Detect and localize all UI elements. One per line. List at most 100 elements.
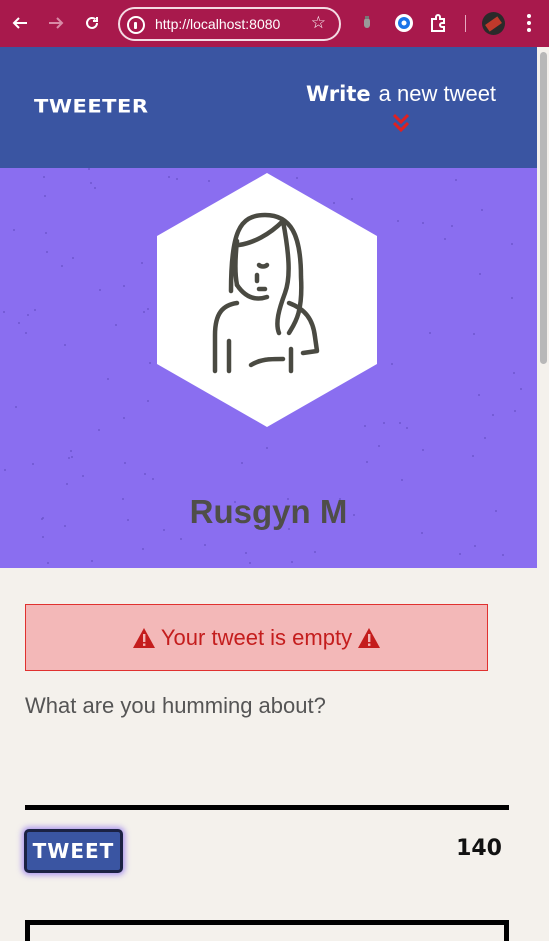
texture-speck (147, 400, 149, 402)
profile-banner: Rusgyn M (0, 168, 537, 568)
texture-speck (366, 461, 368, 463)
texture-speck (444, 238, 446, 240)
texture-speck (27, 314, 29, 316)
texture-speck (88, 168, 90, 170)
texture-speck (144, 473, 146, 475)
address-bar[interactable]: http://localhost:8080 ☆ (118, 7, 341, 41)
texture-speck (82, 475, 84, 477)
chevron-down-icon[interactable] (392, 113, 410, 133)
texture-speck (44, 195, 46, 197)
texture-speck (249, 562, 251, 564)
back-icon[interactable] (8, 11, 32, 35)
texture-speck (459, 553, 461, 555)
extension-icon[interactable] (360, 12, 374, 38)
warning-icon (132, 627, 155, 648)
texture-speck (94, 187, 96, 189)
texture-speck (142, 548, 144, 550)
texture-speck (3, 311, 5, 313)
compose-toggle[interactable]: Write a new tweet (306, 81, 496, 107)
texture-speck (520, 388, 522, 390)
scrollbar-thumb[interactable] (540, 52, 547, 364)
app-header: TWEETER Write a new tweet (0, 47, 537, 168)
tweet-button[interactable]: TWEET (24, 829, 123, 873)
texture-speck (149, 362, 151, 364)
tweet-card (25, 920, 509, 941)
texture-speck (511, 297, 513, 299)
texture-speck (455, 179, 457, 181)
texture-speck (406, 427, 408, 429)
texture-speck (314, 551, 316, 553)
texture-speck (15, 406, 17, 408)
texture-speck (143, 311, 145, 313)
texture-speck (46, 251, 48, 253)
texture-speck (66, 483, 68, 485)
texture-speck (473, 333, 475, 335)
texture-speck (32, 463, 34, 465)
texture-speck (71, 456, 73, 458)
texture-speck (90, 182, 92, 184)
texture-speck (107, 378, 109, 380)
texture-speck (241, 462, 243, 464)
texture-speck (124, 462, 126, 464)
texture-speck (4, 469, 6, 471)
texture-speck (25, 332, 27, 334)
texture-speck (98, 429, 100, 431)
more-menu-icon[interactable] (527, 14, 531, 35)
texture-speck (70, 450, 72, 452)
texture-speck (43, 176, 45, 178)
profile-avatar[interactable] (482, 12, 505, 35)
url-text[interactable]: http://localhost:8080 (155, 16, 280, 32)
error-message: Your tweet is empty (160, 624, 353, 650)
texture-speck (484, 437, 486, 439)
texture-speck (472, 455, 474, 457)
texture-speck (180, 538, 182, 540)
puzzle-icon[interactable] (428, 12, 450, 38)
error-banner: Your tweet is empty (25, 604, 488, 671)
brand-logo[interactable]: TWEETER (34, 95, 149, 117)
texture-speck (399, 422, 401, 424)
texture-speck (115, 324, 117, 326)
texture-speck (422, 449, 424, 451)
texture-speck (401, 479, 403, 481)
texture-speck (13, 229, 15, 231)
texture-speck (421, 532, 423, 534)
texture-speck (422, 222, 424, 224)
texture-speck (68, 457, 70, 459)
texture-speck (383, 422, 385, 424)
texture-speck (511, 243, 513, 245)
character-counter: 140 (456, 836, 502, 861)
browser-toolbar: http://localhost:8080 ☆ (0, 0, 549, 47)
texture-speck (152, 478, 154, 480)
toolbar-divider (465, 15, 466, 32)
composer-underline (25, 805, 509, 810)
texture-speck (478, 394, 480, 396)
extension-c-icon[interactable] (393, 12, 415, 38)
compose-toggle-bold: Write (306, 82, 371, 106)
texture-speck (34, 309, 36, 311)
forward-icon[interactable] (44, 11, 68, 35)
texture-speck (47, 562, 49, 564)
texture-speck (204, 544, 206, 546)
reload-icon[interactable] (80, 11, 104, 35)
texture-speck (18, 322, 20, 324)
tweet-input[interactable] (25, 693, 509, 803)
texture-speck (474, 545, 476, 547)
texture-speck (123, 417, 125, 419)
texture-speck (378, 445, 380, 447)
texture-speck (397, 220, 399, 222)
texture-speck (61, 265, 63, 267)
texture-speck (72, 257, 74, 259)
texture-speck (391, 363, 393, 365)
site-info-icon[interactable] (127, 16, 145, 34)
compose-toggle-text: a new tweet (378, 81, 497, 106)
texture-speck (514, 410, 516, 412)
texture-speck (64, 344, 66, 346)
texture-speck (42, 536, 44, 538)
texture-speck (245, 552, 247, 554)
texture-speck (266, 447, 268, 449)
bookmark-star-icon[interactable]: ☆ (311, 13, 326, 33)
texture-speck (141, 262, 143, 264)
texture-speck (451, 225, 453, 227)
texture-speck (481, 209, 483, 211)
texture-speck (502, 554, 504, 556)
